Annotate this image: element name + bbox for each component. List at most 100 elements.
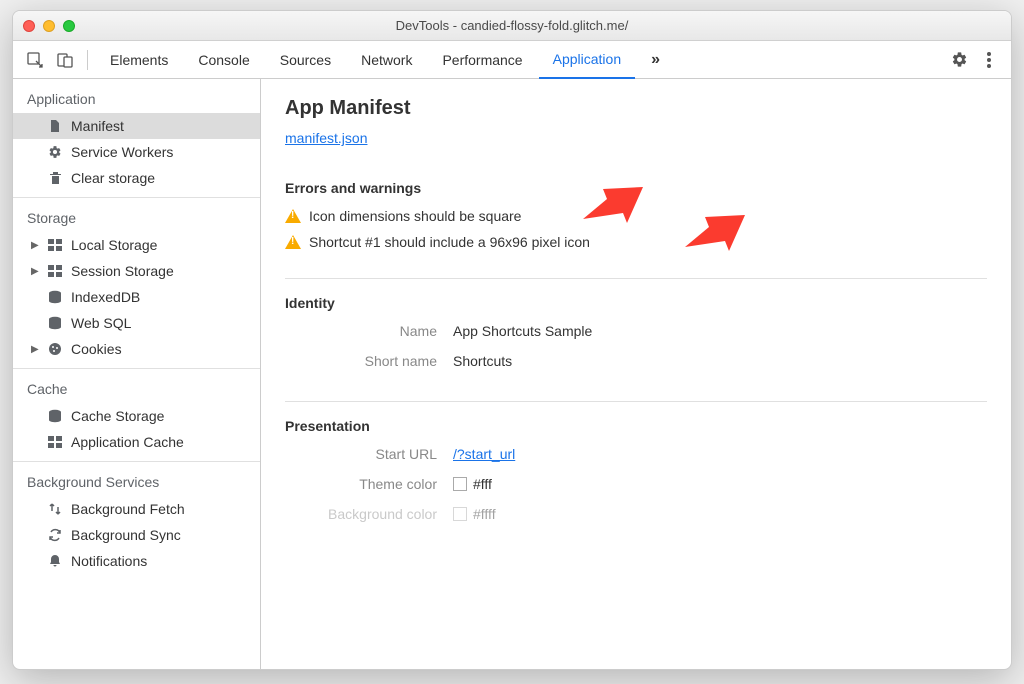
section-heading-presentation: Presentation <box>285 418 987 434</box>
sidebar-item-background-sync[interactable]: Background Sync <box>13 522 260 548</box>
sync-icon <box>47 528 63 542</box>
sidebar-item-cookies[interactable]: ▶ Cookies <box>13 336 260 362</box>
kebab-menu-icon[interactable] <box>975 46 1003 74</box>
chevron-right-icon: ▶ <box>31 240 39 251</box>
tab-console[interactable]: Console <box>184 41 263 79</box>
annotation-arrow-icon <box>583 179 643 225</box>
sidebar-item-cache-storage[interactable]: Cache Storage <box>13 403 260 429</box>
sidebar-item-label: Clear storage <box>71 170 155 186</box>
sidebar-item-label: Service Workers <box>71 144 173 160</box>
database-icon <box>47 290 63 304</box>
devtools-window: DevTools - candied-flossy-fold.glitch.me… <box>12 10 1012 670</box>
inspect-element-icon[interactable] <box>21 46 49 74</box>
sidebar-item-service-workers[interactable]: Service Workers <box>13 139 260 165</box>
traffic-lights <box>23 20 75 32</box>
warning-row: Shortcut #1 should include a 96x96 pixel… <box>285 234 987 250</box>
page-title: App Manifest <box>285 97 987 120</box>
color-swatch <box>453 477 467 491</box>
sidebar-separator <box>13 197 260 198</box>
sidebar-item-label: Manifest <box>71 118 124 134</box>
sidebar-item-label: Background Fetch <box>71 501 185 517</box>
minimize-window-button[interactable] <box>43 20 55 32</box>
sidebar-item-application-cache[interactable]: Application Cache <box>13 429 260 455</box>
sidebar-item-label: Web SQL <box>71 315 131 331</box>
tab-network[interactable]: Network <box>347 41 426 79</box>
devtools-toolbar: Elements Console Sources Network Perform… <box>13 41 1011 79</box>
kv-value: Shortcuts <box>453 353 512 369</box>
kv-value: App Shortcuts Sample <box>453 323 592 339</box>
manifest-main-panel: App Manifest manifest.json Errors and wa… <box>261 79 1011 669</box>
sidebar-item-background-fetch[interactable]: Background Fetch <box>13 496 260 522</box>
kv-label: Start URL <box>285 446 453 462</box>
color-swatch <box>453 507 467 521</box>
section-heading-identity: Identity <box>285 295 987 311</box>
gear-icon[interactable] <box>945 46 973 74</box>
kv-label: Theme color <box>285 476 453 492</box>
sidebar-item-indexeddb[interactable]: IndexedDB <box>13 284 260 310</box>
presentation-section: Presentation Start URL /?start_url Theme… <box>285 402 987 554</box>
sidebar-heading-application: Application <box>13 85 260 113</box>
tabs-overflow[interactable]: » <box>637 41 674 79</box>
file-icon <box>47 119 63 133</box>
presentation-themecolor-row: Theme color #fff <box>285 476 987 492</box>
sidebar-heading-storage: Storage <box>13 204 260 232</box>
start-url-link[interactable]: /?start_url <box>453 446 515 462</box>
chevron-right-icon: ▶ <box>31 266 39 277</box>
sidebar-separator <box>13 461 260 462</box>
device-toggle-icon[interactable] <box>51 46 79 74</box>
window-titlebar: DevTools - candied-flossy-fold.glitch.me… <box>13 11 1011 41</box>
sidebar-item-clear-storage[interactable]: Clear storage <box>13 165 260 191</box>
cookie-icon <box>47 342 63 356</box>
sidebar-item-label: Application Cache <box>71 434 184 450</box>
window-title: DevTools - candied-flossy-fold.glitch.me… <box>13 18 1011 33</box>
tab-application[interactable]: Application <box>539 41 636 79</box>
database-icon <box>47 316 63 330</box>
warning-text: Shortcut #1 should include a 96x96 pixel… <box>309 234 590 250</box>
database-icon <box>47 409 63 423</box>
table-icon <box>47 239 63 251</box>
tab-elements[interactable]: Elements <box>96 41 182 79</box>
manifest-link[interactable]: manifest.json <box>285 130 367 146</box>
tab-performance[interactable]: Performance <box>428 41 536 79</box>
sidebar-heading-cache: Cache <box>13 375 260 403</box>
kv-label: Short name <box>285 353 453 369</box>
gear-icon <box>47 145 63 159</box>
sidebar-item-label: Background Sync <box>71 527 181 543</box>
sidebar-item-label: Cookies <box>71 341 122 357</box>
kv-value: #fff <box>473 476 492 492</box>
sidebar-item-label: IndexedDB <box>71 289 140 305</box>
sidebar-item-notifications[interactable]: Notifications <box>13 548 260 574</box>
table-icon <box>47 436 63 448</box>
sidebar-item-websql[interactable]: Web SQL <box>13 310 260 336</box>
warning-icon <box>285 209 301 223</box>
sidebar-item-label: Notifications <box>71 553 147 569</box>
sidebar-item-manifest[interactable]: Manifest <box>13 113 260 139</box>
identity-section: Identity Name App Shortcuts Sample Short… <box>285 279 987 402</box>
kv-value: #ffff <box>473 506 496 522</box>
presentation-starturl-row: Start URL /?start_url <box>285 446 987 462</box>
bell-icon <box>47 554 63 568</box>
trash-icon <box>47 171 63 185</box>
identity-shortname-row: Short name Shortcuts <box>285 353 987 369</box>
kv-label: Name <box>285 323 453 339</box>
sidebar-item-local-storage[interactable]: ▶ Local Storage <box>13 232 260 258</box>
sidebar-heading-bg-services: Background Services <box>13 468 260 496</box>
close-window-button[interactable] <box>23 20 35 32</box>
sidebar-separator <box>13 368 260 369</box>
warning-icon <box>285 235 301 249</box>
table-icon <box>47 265 63 277</box>
sidebar-item-session-storage[interactable]: ▶ Session Storage <box>13 258 260 284</box>
warning-text: Icon dimensions should be square <box>309 208 521 224</box>
annotation-arrow-icon <box>685 207 745 253</box>
kv-label: Background color <box>285 506 453 522</box>
transfer-icon <box>47 502 63 516</box>
panel-body: Application Manifest Service Workers Cle… <box>13 79 1011 669</box>
sidebar-item-label: Local Storage <box>71 237 157 253</box>
maximize-window-button[interactable] <box>63 20 75 32</box>
sidebar-item-label: Cache Storage <box>71 408 164 424</box>
presentation-bgcolor-row: Background color #ffff <box>285 506 987 522</box>
chevron-right-icon: ▶ <box>31 344 39 355</box>
application-sidebar: Application Manifest Service Workers Cle… <box>13 79 261 669</box>
tab-sources[interactable]: Sources <box>266 41 345 79</box>
toolbar-separator <box>87 50 88 70</box>
